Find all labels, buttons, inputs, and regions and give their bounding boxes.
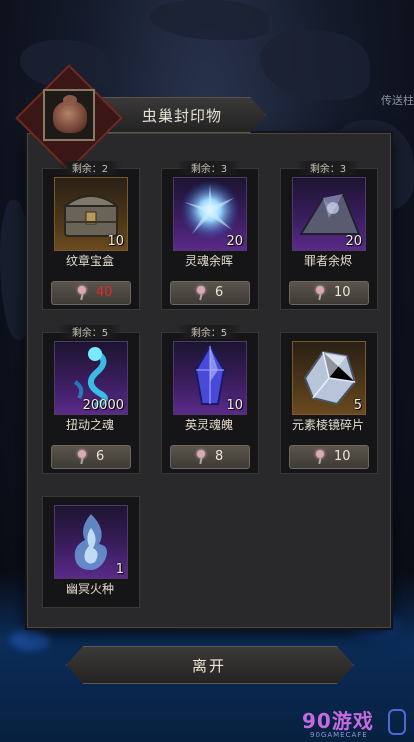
item-name: 纹章宝盒 [65, 254, 114, 268]
buy-button[interactable]: 10 [289, 281, 369, 305]
soul-currency-icon [197, 450, 207, 464]
soul-currency-icon [316, 286, 326, 300]
shop-item-slot[interactable]: 剩余：3 20 灵魂余晖 6 [161, 160, 259, 310]
price-value: 8 [215, 449, 224, 464]
soul-currency-icon [197, 286, 207, 300]
watermark-subtext: 90GAMECAFE [310, 731, 368, 739]
writhing-soul-icon: 20000 [54, 341, 128, 415]
treasure-chest-icon: 10 [54, 177, 128, 251]
buy-button[interactable]: 40 [51, 281, 131, 305]
price-value: 10 [334, 285, 351, 300]
item-quantity: 20 [345, 234, 362, 249]
remaining-count: 剩余：5 [190, 328, 228, 339]
item-name: 扭动之魂 [65, 418, 114, 432]
item-name: 英灵魂魄 [184, 418, 233, 432]
mouse-icon [388, 709, 406, 735]
nether-flame-icon: 1 [54, 505, 128, 579]
item-name: 灵魂余晖 [184, 254, 233, 268]
item-quantity: 20 [226, 234, 243, 249]
buy-button[interactable]: 10 [289, 445, 369, 469]
buy-button[interactable]: 6 [170, 281, 250, 305]
prism-shard-icon: 5 [292, 341, 366, 415]
soul-currency-icon [78, 286, 88, 300]
shop-item-slot[interactable]: 剩余：5 20000 扭动之魂 6 [42, 324, 140, 474]
item-quantity: 1 [115, 562, 124, 577]
item-name: 元素棱镜碎片 [291, 418, 364, 432]
soul-currency-icon [78, 450, 88, 464]
soul-currency-icon [316, 450, 326, 464]
buy-button[interactable]: 6 [51, 445, 131, 469]
shop-item-slot[interactable]: 1 幽冥火种 [42, 488, 140, 608]
watermark-text: 90游戏 [302, 709, 374, 733]
shop-item-slot[interactable]: 剩余：2 10 纹章宝盒 40 [42, 160, 140, 310]
remaining-count: 剩余：5 [71, 328, 109, 339]
remaining-count: 剩余：3 [190, 164, 228, 175]
shop-item-slot[interactable]: 剩余：5 10 英灵魂魄 8 [161, 324, 259, 474]
item-quantity: 10 [107, 234, 124, 249]
site-watermark: 90游戏 90GAMECAFE [294, 703, 414, 742]
item-name: 罪者余烬 [303, 254, 352, 268]
corner-location-label: 传送柱 [381, 94, 414, 107]
soul-glow-icon: 20 [173, 177, 247, 251]
sinner-ember-icon: 20 [292, 177, 366, 251]
shop-item-slot[interactable]: 5 元素棱镜碎片 10 [280, 324, 378, 474]
item-name: 幽冥火种 [65, 582, 114, 596]
shop-item-slot[interactable]: 剩余：3 20 罪者余烬 10 [280, 160, 378, 310]
price-value: 10 [334, 449, 351, 464]
remaining-count: 剩余：2 [71, 164, 109, 175]
item-quantity: 10 [226, 398, 243, 413]
loot-sack-icon [43, 89, 95, 141]
item-quantity: 5 [353, 398, 362, 413]
item-quantity: 20000 [82, 398, 124, 413]
price-value: 40 [96, 285, 113, 300]
price-value: 6 [215, 285, 224, 300]
price-value: 6 [96, 449, 105, 464]
buy-button[interactable]: 8 [170, 445, 250, 469]
remaining-count: 剩余：3 [309, 164, 347, 175]
dialog-title: 虫巢封印物 [142, 107, 223, 125]
hero-soul-crystal-icon: 10 [173, 341, 247, 415]
leave-button-label: 离开 [191, 657, 226, 675]
